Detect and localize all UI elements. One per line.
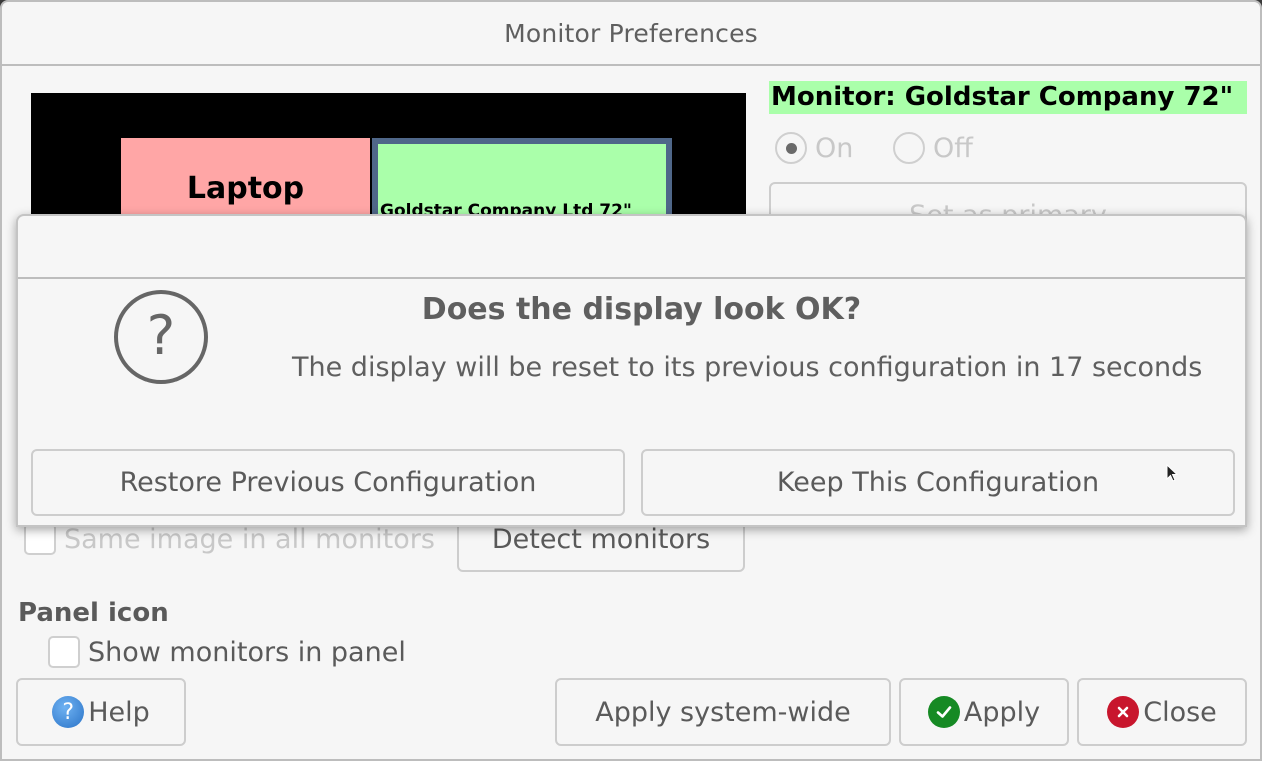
help-icon: ? <box>52 696 85 728</box>
same-image-label: Same image in all monitors <box>64 523 435 555</box>
apply-label: Apply <box>963 696 1041 728</box>
radio-off[interactable]: Off <box>893 132 973 164</box>
monitor-heading: Monitor: Goldstar Company 72" <box>769 81 1247 114</box>
help-label: Help <box>88 696 150 728</box>
confirm-display-dialog: ? Does the display look OK? The display … <box>16 214 1247 527</box>
radio-on[interactable]: On <box>775 132 853 164</box>
dialog-message: The display will be reset to its previou… <box>292 352 1203 383</box>
show-monitors-checkbox[interactable] <box>48 636 80 668</box>
help-button[interactable]: ? Help <box>16 678 186 746</box>
detect-monitors-label: Detect monitors <box>491 523 711 555</box>
keep-label: Keep This Configuration <box>776 467 1100 498</box>
dialog-heading-text: Does the display look OK? <box>421 292 862 327</box>
check-icon <box>927 696 960 728</box>
close-button[interactable]: Close <box>1077 678 1247 746</box>
close-icon <box>1107 696 1140 728</box>
dialog-title-bar[interactable] <box>18 216 1245 279</box>
panel-icon-section-title: Panel icon <box>18 598 169 628</box>
monitor-layout-preview[interactable]: Laptop Goldstar Company Ltd 72" <box>31 93 746 258</box>
dialog-heading: Does the display look OK? <box>18 292 1245 327</box>
apply-button[interactable]: Apply <box>899 678 1069 746</box>
same-image-checkbox-row[interactable]: Same image in all monitors <box>24 523 435 555</box>
radio-off-button[interactable] <box>893 132 925 164</box>
mouse-cursor-icon <box>1166 464 1179 482</box>
restore-label: Restore Previous Configuration <box>119 467 537 498</box>
same-image-checkbox[interactable] <box>24 523 56 555</box>
radio-on-label: On <box>815 132 854 164</box>
show-monitors-checkbox-row[interactable]: Show monitors in panel <box>48 636 406 668</box>
title-bar[interactable]: Monitor Preferences <box>2 2 1260 66</box>
apply-system-wide-label: Apply system-wide <box>595 696 851 728</box>
close-label: Close <box>1143 696 1217 728</box>
apply-system-wide-button[interactable]: Apply system-wide <box>555 678 891 746</box>
radio-on-button[interactable] <box>775 132 807 164</box>
restore-previous-configuration-button[interactable]: Restore Previous Configuration <box>31 449 625 516</box>
radio-off-label: Off <box>933 132 973 164</box>
show-monitors-label: Show monitors in panel <box>88 636 406 668</box>
window-title: Monitor Preferences <box>504 18 758 48</box>
keep-this-configuration-button[interactable]: Keep This Configuration <box>641 449 1235 516</box>
